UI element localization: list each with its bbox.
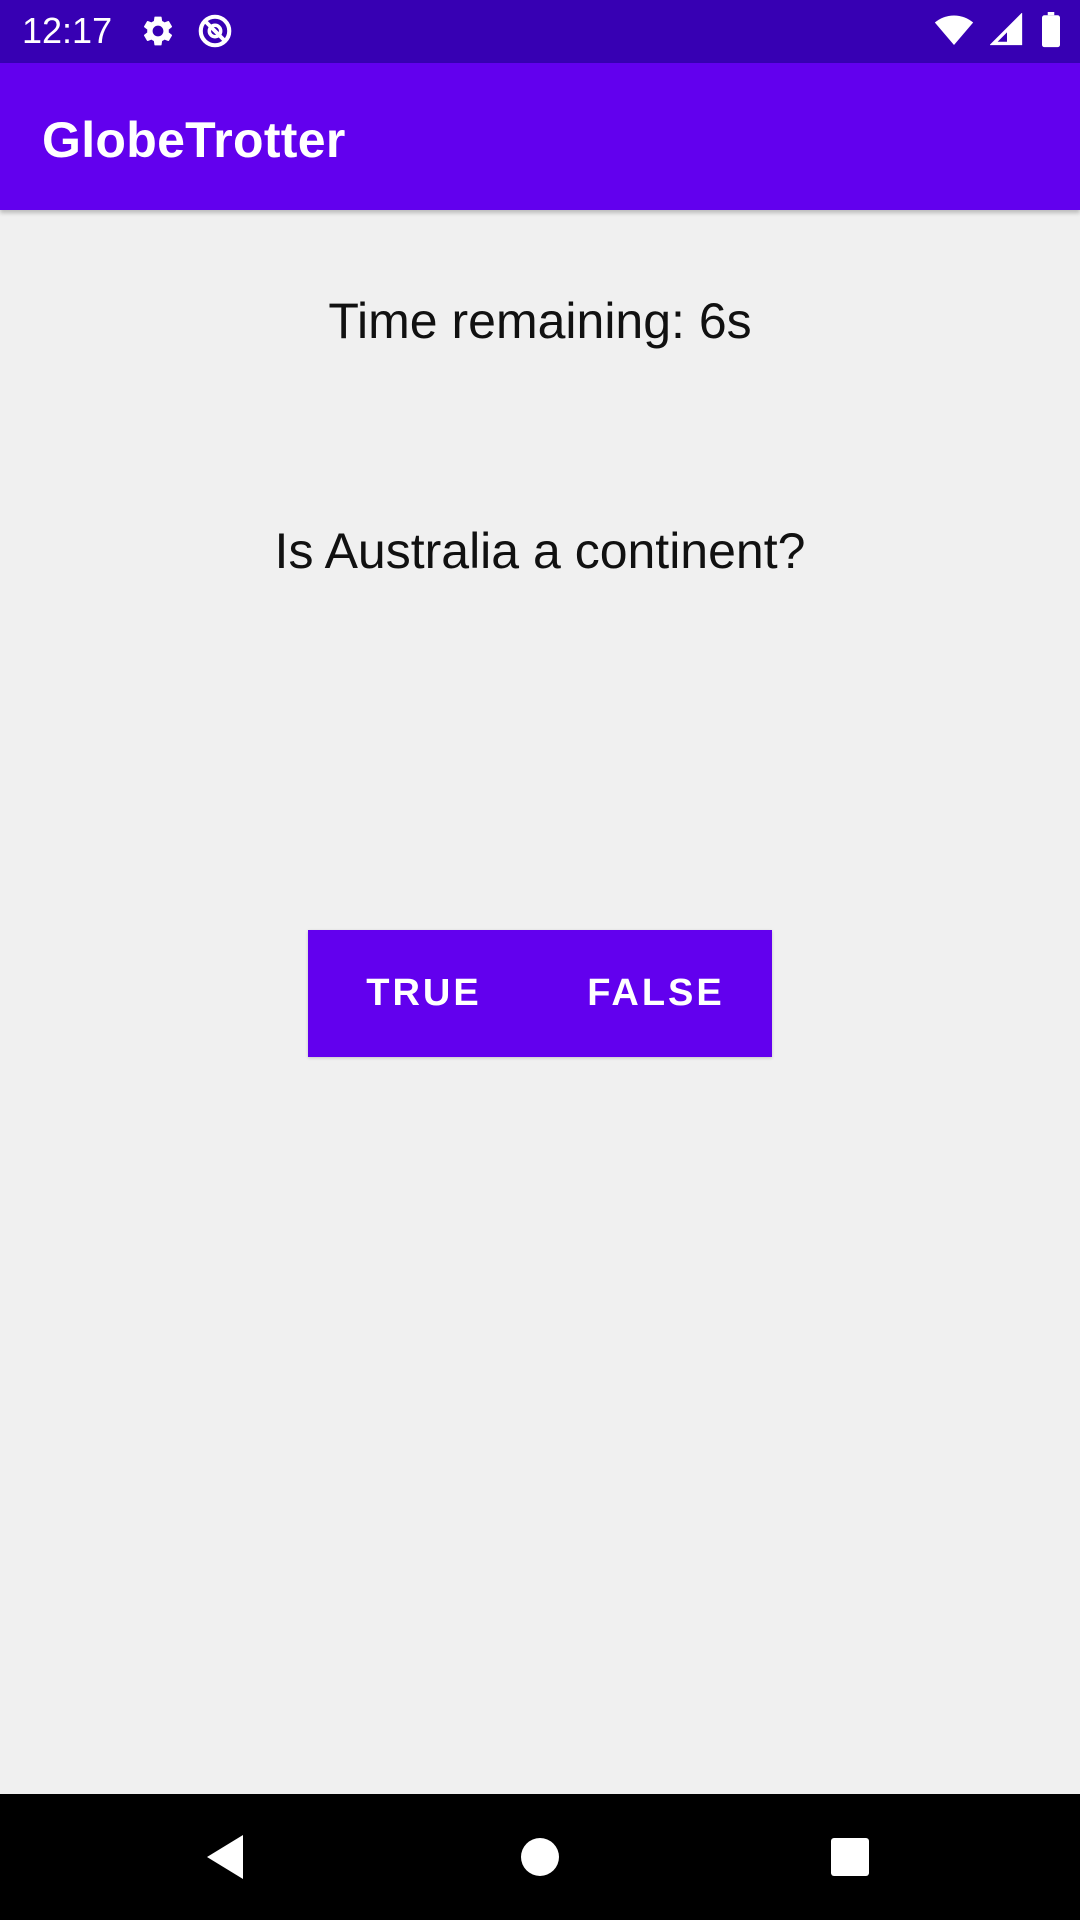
home-icon	[520, 1837, 560, 1877]
timer-text: Time remaining: 6s	[328, 293, 752, 349]
true-button[interactable]: TRUE	[308, 930, 540, 1057]
back-icon	[203, 1833, 247, 1881]
answer-button-group: TRUE FALSE	[308, 930, 772, 1057]
wifi-icon	[934, 13, 974, 47]
status-bar: 12:17	[0, 0, 1080, 63]
status-right-icons	[934, 12, 1062, 48]
home-button[interactable]	[460, 1794, 620, 1920]
false-button[interactable]: FALSE	[540, 930, 772, 1057]
recents-button[interactable]	[770, 1794, 930, 1920]
question-text: Is Australia a continent?	[274, 523, 806, 579]
back-button[interactable]	[145, 1794, 305, 1920]
signal-icon	[990, 13, 1024, 47]
app-bar: GlobeTrotter	[0, 63, 1080, 210]
do-not-disturb-icon	[196, 12, 234, 50]
app-title: GlobeTrotter	[42, 112, 346, 168]
settings-icon	[140, 13, 176, 49]
navigation-bar	[0, 1794, 1080, 1920]
status-left-icons	[140, 12, 234, 50]
status-time: 12:17	[22, 10, 113, 51]
battery-icon	[1040, 12, 1062, 48]
recents-icon	[830, 1837, 870, 1877]
